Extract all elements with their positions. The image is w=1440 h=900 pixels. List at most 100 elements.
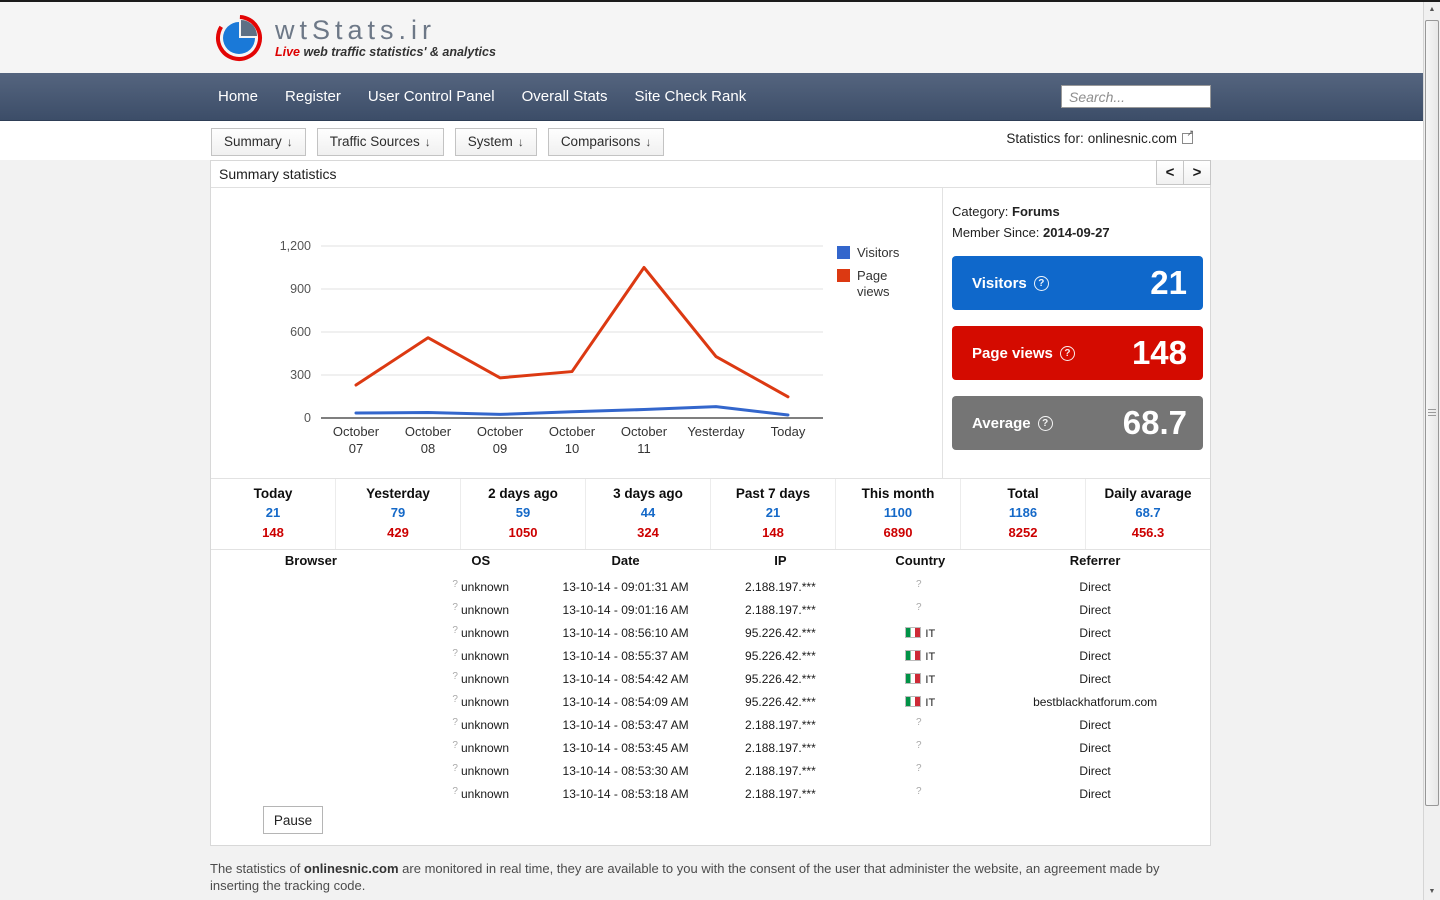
table-row: ?unknown13-10-14 - 08:55:37 AM95.226.42.… bbox=[211, 644, 1210, 667]
unknown-question-icon: ? bbox=[916, 740, 922, 751]
help-icon[interactable]: ? bbox=[1034, 276, 1049, 291]
stat-card-value: 148 bbox=[1132, 334, 1187, 372]
column-header-ip: IP bbox=[701, 553, 861, 575]
italy-flag-icon bbox=[905, 627, 921, 638]
nav-item-register[interactable]: Register bbox=[285, 73, 341, 120]
x-tick-label: Yesterday bbox=[687, 424, 745, 439]
search-input[interactable] bbox=[1061, 85, 1211, 108]
legend-swatch bbox=[837, 246, 850, 259]
pause-button[interactable]: Pause bbox=[263, 806, 323, 834]
statistics-for: Statistics for: onlinesnic.com bbox=[1006, 131, 1193, 146]
next-button[interactable]: > bbox=[1183, 160, 1211, 185]
member-since-label: Member Since: bbox=[952, 225, 1039, 240]
prev-button[interactable]: < bbox=[1156, 160, 1184, 185]
site-link[interactable]: onlinesnic.com bbox=[1088, 131, 1177, 146]
table-row: ?unknown13-10-14 - 08:53:18 AM2.188.197.… bbox=[211, 782, 1210, 805]
ip-cell: 95.226.42.*** bbox=[701, 626, 861, 640]
ip-cell: 95.226.42.*** bbox=[701, 649, 861, 663]
nav-item-overall-stats[interactable]: Overall Stats bbox=[522, 73, 608, 120]
tab-label: Summary bbox=[224, 134, 282, 149]
os-name: unknown bbox=[461, 718, 509, 732]
strip-pageviews-value: 148 bbox=[711, 525, 835, 540]
unknown-question-icon: ? bbox=[452, 648, 458, 659]
legend-item-visitors: Visitors bbox=[837, 245, 915, 261]
unknown-question-icon: ? bbox=[916, 786, 922, 797]
help-icon[interactable]: ? bbox=[1038, 416, 1053, 431]
x-tick-label: October08 bbox=[405, 424, 452, 456]
os-name: unknown bbox=[461, 672, 509, 686]
date-cell: 13-10-14 - 08:54:09 AM bbox=[551, 695, 701, 709]
country-cell: ? bbox=[860, 787, 980, 801]
tab-system[interactable]: System↓ bbox=[455, 128, 537, 156]
tab-traffic-sources[interactable]: Traffic Sources↓ bbox=[317, 128, 444, 156]
panel-title: Summary statistics bbox=[211, 161, 1210, 187]
legend-swatch bbox=[837, 269, 850, 282]
nav-item-user-control-panel[interactable]: User Control Panel bbox=[368, 73, 495, 120]
x-tick-label: October09 bbox=[477, 424, 524, 456]
ip-cell: 95.226.42.*** bbox=[701, 695, 861, 709]
y-tick-label: 300 bbox=[290, 368, 311, 382]
site-meta: Category: Forums Member Since: 2014-09-2… bbox=[952, 204, 1201, 259]
unknown-question-icon: ? bbox=[452, 694, 458, 705]
tab-comparisons[interactable]: Comparisons↓ bbox=[548, 128, 665, 156]
strip-visitors-value: 68.7 bbox=[1086, 505, 1210, 520]
logo-title: wtStats.ir bbox=[275, 16, 496, 44]
stat-card-label: Page views? bbox=[972, 345, 1075, 362]
tab-list: Summary ↓ Traffic Sources↓ System↓ Compariso… bbox=[211, 128, 675, 156]
tab-summary[interactable]: Summary ↓ bbox=[211, 128, 306, 156]
date-cell: 13-10-14 - 08:53:30 AM bbox=[551, 764, 701, 778]
chevron-down-icon: ↓ bbox=[287, 135, 293, 149]
scrollbar-thumb[interactable] bbox=[1425, 20, 1439, 806]
unknown-question-icon: ? bbox=[916, 602, 922, 613]
table-row: ?unknown13-10-14 - 08:53:30 AM2.188.197.… bbox=[211, 759, 1210, 782]
browser-scrollbar[interactable]: ▲ ▼ bbox=[1423, 0, 1440, 900]
table-row: ?unknown13-10-14 - 08:54:09 AM95.226.42.… bbox=[211, 690, 1210, 713]
y-tick-label: 600 bbox=[290, 325, 311, 339]
site-header: wtStats.ir Live web traffic statistics' … bbox=[0, 2, 1423, 73]
country-cell: IT bbox=[860, 649, 980, 663]
page-footer: The statistics of onlinesnic.com are mon… bbox=[210, 860, 1195, 894]
strip-label: Today bbox=[211, 486, 335, 501]
referrer-cell: Direct bbox=[980, 764, 1210, 778]
stat-card-average[interactable]: Average?68.7 bbox=[952, 396, 1203, 450]
external-link-icon[interactable] bbox=[1182, 133, 1193, 144]
tab-label: Traffic Sources bbox=[330, 134, 420, 149]
page: wtStats.ir Live web traffic statistics' … bbox=[0, 0, 1440, 900]
stat-card-page-views[interactable]: Page views? 148 bbox=[952, 326, 1203, 380]
os-cell: ?unknown bbox=[411, 741, 551, 755]
strip-label: 2 days ago bbox=[461, 486, 585, 501]
strip-col-past-7-days: Past 7 days21148 bbox=[710, 479, 835, 549]
strip-pageviews-value: 148 bbox=[211, 525, 335, 540]
nav-item-home[interactable]: Home bbox=[218, 73, 258, 120]
nav-item-site-check-rank[interactable]: Site Check Rank bbox=[634, 73, 746, 120]
tagline-rest: web traffic statistics' & analytics bbox=[300, 45, 496, 59]
referrer-cell: Direct bbox=[980, 672, 1210, 686]
strip-visitors-value: 1100 bbox=[836, 505, 960, 520]
country-code: IT bbox=[925, 651, 935, 663]
help-icon[interactable]: ? bbox=[1060, 346, 1075, 361]
logo[interactable]: wtStats.ir Live web traffic statistics' … bbox=[215, 12, 496, 62]
date-cell: 13-10-14 - 08:53:18 AM bbox=[551, 787, 701, 801]
ip-cell: 95.226.42.*** bbox=[701, 672, 861, 686]
strip-label: Yesterday bbox=[336, 486, 460, 501]
scroll-up-icon[interactable]: ▲ bbox=[1424, 1, 1440, 18]
date-cell: 13-10-14 - 09:01:31 AM bbox=[551, 580, 701, 594]
scroll-down-icon[interactable]: ▼ bbox=[1424, 883, 1440, 900]
column-header-browser: Browser bbox=[211, 553, 411, 575]
visits-table-header: BrowserOSDateIPCountryReferrer bbox=[211, 553, 1210, 575]
member-since-row: Member Since: 2014-09-27 bbox=[952, 225, 1201, 240]
summary-panel: Summary statistics < > 03006009001,200Oc… bbox=[210, 160, 1211, 846]
referrer-cell: bestblackhatforum.com bbox=[980, 695, 1210, 709]
stat-card-value: 68.7 bbox=[1123, 404, 1187, 442]
stat-card-visitors[interactable]: Visitors?21 bbox=[952, 256, 1203, 310]
legend-label: Page views bbox=[857, 268, 915, 300]
country-cell: ? bbox=[860, 718, 980, 732]
strip-col-yesterday: Yesterday79429 bbox=[335, 479, 460, 549]
strip-label: This month bbox=[836, 486, 960, 501]
unknown-question-icon: ? bbox=[452, 740, 458, 751]
strip-visitors-value: 59 bbox=[461, 505, 585, 520]
strip-pageviews-value: 8252 bbox=[961, 525, 1085, 540]
date-cell: 13-10-14 - 08:55:37 AM bbox=[551, 649, 701, 663]
tagline-live: Live bbox=[275, 45, 300, 59]
main-nav: Home Register User Control Panel Overall St… bbox=[0, 73, 1423, 121]
